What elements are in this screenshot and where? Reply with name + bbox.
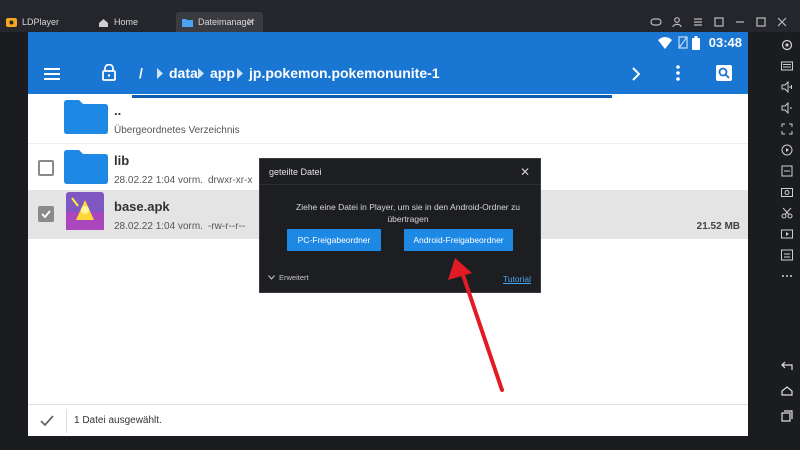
record-icon[interactable] — [781, 144, 793, 156]
breadcrumb-package[interactable]: jp.pokemon.pokemonunite-1 — [249, 65, 440, 81]
breadcrumb-separator-icon — [198, 68, 204, 79]
ldplayer-window: LDPlayer Home Dateimanager ✕ 03:48 / dat… — [0, 0, 800, 450]
apk-app-icon — [66, 192, 104, 230]
volume-down-icon[interactable] — [781, 102, 793, 114]
dialog-title: geteilte Datei — [269, 167, 322, 177]
resize-icon[interactable] — [713, 16, 725, 28]
shared-file-dialog: geteilte Datei ✕ Ziehe eine Datei in Pla… — [259, 158, 541, 293]
dialog-close-icon[interactable]: ✕ — [520, 165, 530, 179]
check-icon — [41, 210, 51, 219]
apk-install-icon[interactable] — [781, 165, 793, 177]
tab-dateimanager[interactable]: Dateimanager ✕ — [176, 12, 263, 32]
done-check-icon[interactable] — [40, 415, 54, 427]
file-name: .. — [114, 103, 122, 118]
file-permissions: drwxr-xr-x — [208, 175, 253, 186]
app-name: LDPlayer — [22, 17, 60, 27]
fullscreen-icon[interactable] — [781, 123, 793, 135]
breadcrumb-separator-icon — [157, 68, 163, 79]
file-date: 28.02.22 1:04 vorm. — [114, 175, 203, 186]
chevron-down-icon — [268, 275, 275, 280]
ldplayer-logo-icon — [6, 17, 17, 27]
volume-up-icon[interactable] — [781, 81, 793, 93]
search-icon[interactable] — [716, 65, 732, 81]
close-tab-icon[interactable]: ✕ — [247, 17, 255, 28]
screenshot-icon[interactable] — [781, 186, 793, 198]
app-brand: LDPlayer — [6, 12, 86, 32]
recent-apps-icon[interactable] — [781, 410, 793, 422]
hamburger-menu-icon[interactable] — [44, 67, 60, 81]
dialog-message: Ziehe eine Datei in Player, um sie in de… — [296, 202, 520, 224]
folder-icon — [64, 100, 108, 134]
gamepad-icon[interactable] — [650, 16, 662, 28]
scissors-icon[interactable] — [781, 207, 793, 219]
sync-icon[interactable] — [781, 249, 793, 261]
minimize-icon[interactable] — [734, 16, 746, 28]
maximize-icon[interactable] — [755, 16, 767, 28]
android-share-folder-button[interactable]: Android-Freigabeordner — [404, 229, 513, 251]
keyboard-icon[interactable] — [781, 60, 793, 72]
tab-home-label: Home — [114, 17, 139, 27]
account-icon[interactable] — [671, 16, 683, 28]
tab-home[interactable]: Home — [92, 12, 172, 32]
file-name: lib — [114, 153, 130, 168]
status-time: 03:48 — [708, 35, 742, 50]
emulator-sidebar — [774, 32, 800, 450]
pc-share-folder-button[interactable]: PC-Freigabeordner — [287, 229, 381, 251]
advanced-toggle[interactable]: Erweitert — [268, 273, 309, 282]
battery-icon — [692, 36, 700, 50]
home-nav-icon[interactable] — [781, 385, 793, 397]
list-item-parent-dir[interactable]: .. Übergeordnetes Verzeichnis — [28, 94, 748, 143]
selection-bar: 1 Datei ausgewählt. — [28, 404, 748, 436]
settings-gear-icon[interactable] — [781, 39, 793, 51]
selection-text: 1 Datei ausgewählt. — [74, 415, 162, 426]
tutorial-link[interactable]: Tutorial — [503, 274, 531, 284]
no-signal-icon — [678, 36, 688, 49]
window-controls — [650, 12, 788, 32]
status-bar: 03:48 — [28, 32, 748, 54]
folder-tab-icon — [182, 18, 193, 27]
breadcrumb-separator-icon — [237, 68, 243, 79]
dialog-header: geteilte Datei ✕ — [260, 159, 540, 185]
row-checkbox-checked[interactable] — [38, 206, 54, 222]
file-size: 21.52 MB — [696, 221, 740, 232]
row-checkbox[interactable] — [38, 160, 54, 176]
close-window-icon[interactable] — [776, 16, 788, 28]
more-horiz-icon[interactable] — [781, 270, 793, 282]
home-icon — [99, 18, 108, 27]
folder-icon — [64, 150, 108, 184]
chevron-right-icon[interactable] — [632, 67, 640, 81]
file-name: base.apk — [114, 199, 170, 214]
video-icon[interactable] — [781, 228, 793, 240]
breadcrumb-root[interactable]: / — [139, 65, 143, 81]
menu-icon[interactable] — [692, 16, 704, 28]
file-date: 28.02.22 1:04 vorm. — [114, 221, 203, 232]
more-vert-icon[interactable] — [676, 65, 680, 81]
breadcrumb-app[interactable]: app — [210, 65, 235, 81]
back-icon[interactable] — [781, 360, 793, 372]
wifi-icon — [658, 37, 672, 49]
breadcrumb-data[interactable]: data — [169, 65, 198, 81]
divider — [66, 409, 67, 433]
lock-icon[interactable] — [102, 64, 116, 81]
advanced-label: Erweitert — [279, 273, 309, 282]
title-bar: LDPlayer Home Dateimanager ✕ — [0, 0, 800, 32]
file-permissions: -rw-r--r-- — [208, 221, 246, 232]
file-meta: Übergeordnetes Verzeichnis — [114, 125, 240, 136]
